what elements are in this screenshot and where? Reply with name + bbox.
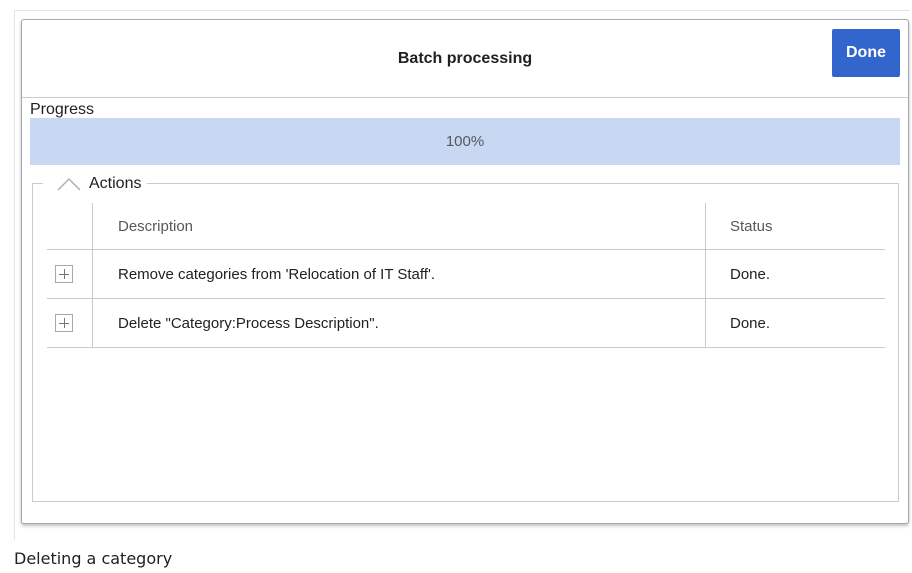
- progress-value: 100%: [445, 133, 485, 150]
- expand-cell: [47, 249, 93, 299]
- table-header-row: Description Status: [47, 203, 885, 250]
- actions-legend-label: Actions: [89, 175, 142, 192]
- table-row: Delete "Category:Process Description". D…: [47, 298, 885, 348]
- status-column-header: Status: [705, 203, 885, 250]
- figure-caption: Deleting a category: [14, 549, 173, 568]
- description-column-header: Description: [92, 203, 706, 250]
- plus-icon[interactable]: [55, 314, 73, 332]
- expand-column-header: [47, 203, 93, 250]
- progress-bar: 100%: [30, 118, 900, 165]
- chevron-up-icon: [57, 178, 81, 191]
- actions-table: Description Status Remove categories fro…: [47, 203, 885, 348]
- expand-cell: [47, 298, 93, 348]
- status-cell: Done.: [705, 298, 885, 348]
- table-row: Remove categories from 'Relocation of IT…: [47, 249, 885, 299]
- dialog-title: Batch processing: [397, 50, 533, 67]
- actions-fieldset: Actions Description Status Remove catego…: [32, 173, 899, 502]
- batch-processing-dialog: Batch processing Done Progress 100% Acti…: [21, 19, 909, 524]
- status-cell: Done.: [705, 249, 885, 299]
- plus-icon[interactable]: [55, 265, 73, 283]
- done-button[interactable]: Done: [832, 29, 900, 77]
- progress-label: Progress: [30, 101, 95, 118]
- actions-legend-toggle[interactable]: Actions: [43, 173, 148, 195]
- description-cell: Remove categories from 'Relocation of IT…: [92, 249, 706, 299]
- dialog-header: Batch processing Done: [22, 20, 908, 98]
- description-cell: Delete "Category:Process Description".: [92, 298, 706, 348]
